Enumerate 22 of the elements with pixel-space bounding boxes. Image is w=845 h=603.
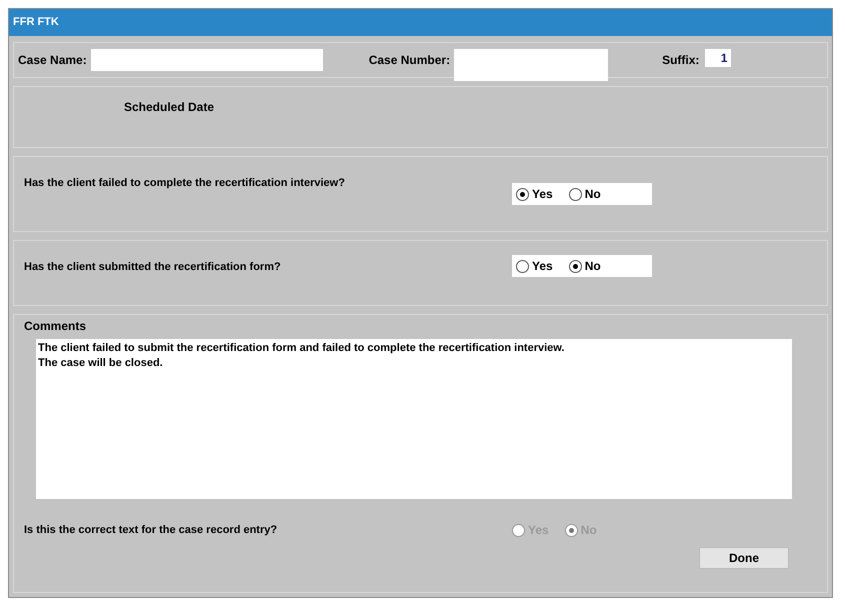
- radio-option[interactable]: Yes: [516, 185, 553, 203]
- comments-label: Comments: [24, 318, 88, 335]
- question-text: Is this the correct text for the case record entry?: [24, 522, 278, 538]
- case-name-label: Case Name:: [18, 52, 87, 69]
- suffix-label: Suffix:: [662, 52, 700, 69]
- question-text: Has the client failed to complete the recertification interview?: [24, 176, 346, 191]
- case-name-field[interactable]: [90, 49, 323, 71]
- radio-button[interactable]: [516, 188, 529, 200]
- question-text: Has the client submitted the recertification form?: [24, 260, 282, 275]
- comments-field[interactable]: The client failed to submit the recertification form and failed to complete the recertification interview. The case will be closed.: [36, 339, 792, 499]
- suffix-field[interactable]: 1: [705, 49, 732, 67]
- scheduled-date-label: Scheduled Date: [124, 100, 214, 114]
- radio-option[interactable]: No: [568, 257, 601, 275]
- case-number-label: Case Number:: [368, 52, 450, 69]
- radio-option[interactable]: No: [568, 185, 601, 203]
- case-number-field[interactable]: [454, 49, 608, 81]
- radio-option[interactable]: Yes: [516, 257, 553, 275]
- radio-button[interactable]: [568, 260, 582, 272]
- done-button[interactable]: Done: [699, 547, 789, 569]
- radio-button[interactable]: [568, 188, 582, 200]
- radio-button[interactable]: [516, 260, 529, 272]
- window-title: FFR FTK: [13, 15, 59, 30]
